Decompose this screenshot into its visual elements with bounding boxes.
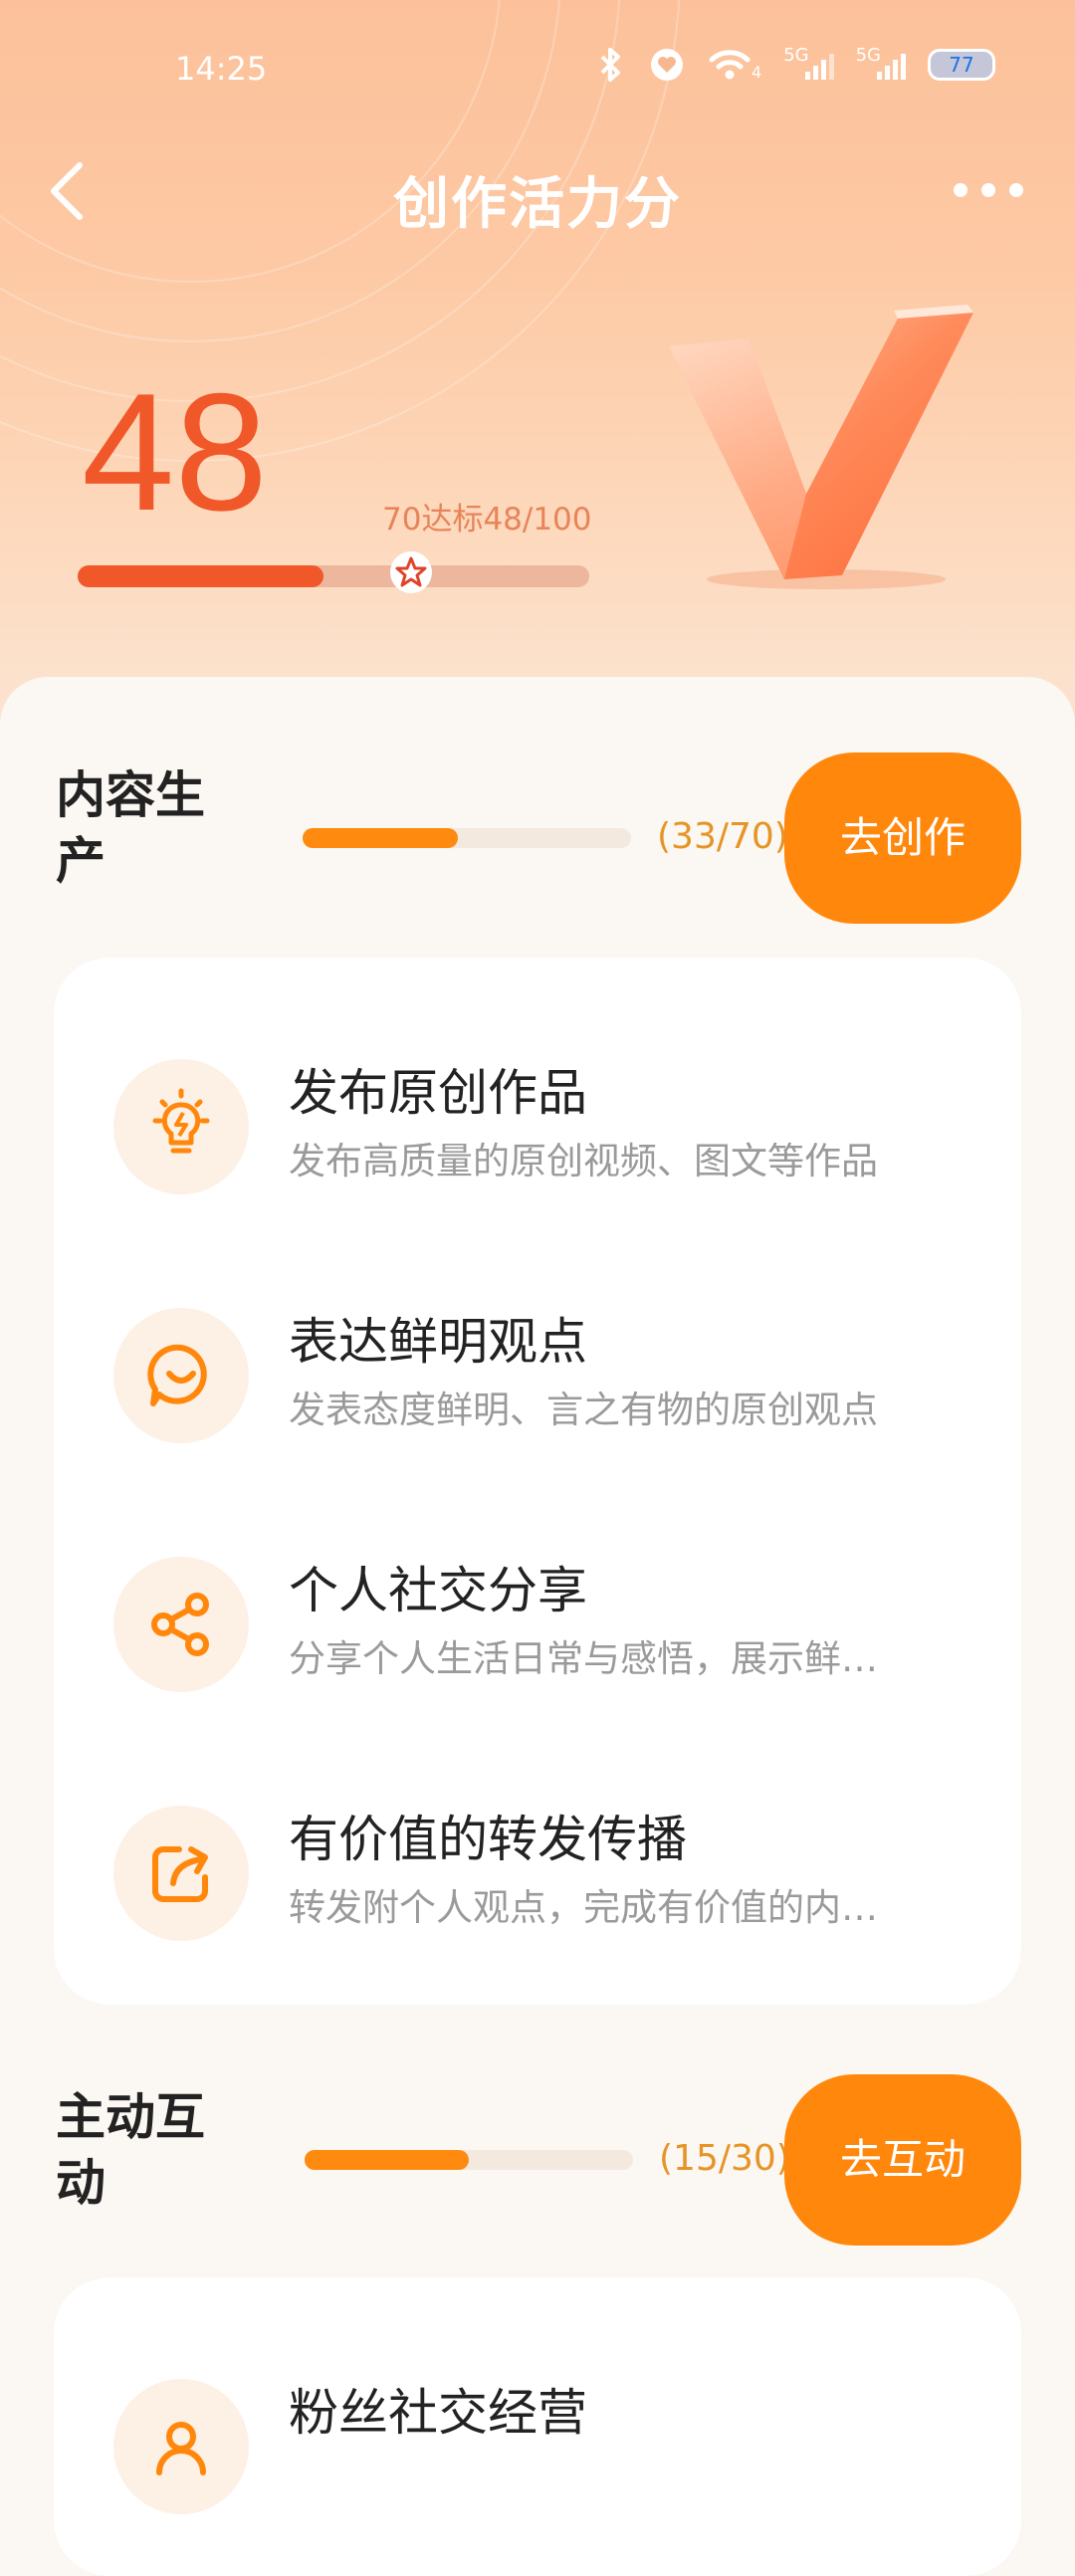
section-progress-track bbox=[303, 828, 631, 848]
network-label-2: 5G bbox=[855, 45, 881, 66]
go-create-button[interactable]: 去创作 bbox=[784, 752, 1021, 924]
section-progress-track bbox=[305, 2150, 633, 2170]
task-item[interactable]: 粉丝社交经营 bbox=[54, 2361, 1021, 2560]
task-desc: 发表态度鲜明、言之有物的原创观点 bbox=[289, 1389, 878, 1431]
fans-icon bbox=[113, 2379, 249, 2514]
wifi-icon bbox=[709, 50, 751, 80]
section-progress-fill bbox=[303, 828, 458, 848]
task-title: 个人社交分享 bbox=[289, 1562, 587, 1619]
task-desc: 转发附个人观点，完成有价值的内… bbox=[289, 1886, 878, 1929]
more-icon[interactable] bbox=[954, 183, 1023, 197]
location-heart-icon bbox=[651, 49, 683, 81]
task-title: 有价值的转发传播 bbox=[289, 1811, 687, 1868]
section-active-interaction: 主动互动 (15/30) 去互动 bbox=[0, 2070, 1075, 2250]
hero-header: 14:25 4 5G 5G 77 创作活力分 48 70达标48/100 bbox=[0, 0, 1075, 756]
battery-icon: 77 bbox=[928, 49, 995, 81]
score-target-text: 70达标48/100 bbox=[382, 502, 592, 537]
section-progress-fill bbox=[305, 2150, 469, 2170]
task-desc: 分享个人生活日常与感悟，展示鲜… bbox=[289, 1637, 878, 1680]
forward-icon bbox=[113, 1806, 249, 1941]
section-count: (33/70) bbox=[657, 816, 788, 857]
task-item[interactable]: 发布原创作品 发布高质量的原创视频、图文等作品 bbox=[54, 1041, 1021, 1240]
task-desc: 发布高质量的原创视频、图文等作品 bbox=[289, 1140, 878, 1182]
section-count: (15/30) bbox=[659, 2138, 790, 2179]
target-star-icon bbox=[390, 551, 432, 593]
lightbulb-icon bbox=[113, 1059, 249, 1194]
bluetooth-icon bbox=[600, 48, 620, 82]
task-card: 发布原创作品 发布高质量的原创视频、图文等作品 表达鲜明观点 发表态度鲜明、言之… bbox=[54, 958, 1021, 2005]
task-title: 表达鲜明观点 bbox=[289, 1313, 587, 1371]
page-title: 创作活力分 bbox=[393, 172, 682, 237]
task-item[interactable]: 个人社交分享 分享个人生活日常与感悟，展示鲜… bbox=[54, 1539, 1021, 1738]
task-title: 发布原创作品 bbox=[289, 1064, 587, 1122]
signal-icon bbox=[804, 50, 834, 80]
status-time: 14:25 bbox=[175, 50, 268, 88]
task-card: 粉丝社交经营 bbox=[54, 2277, 1021, 2576]
wifi-sub-label: 4 bbox=[752, 63, 762, 82]
share-icon bbox=[113, 1557, 249, 1692]
status-bar: 14:25 4 5G 5G 77 bbox=[0, 0, 1075, 139]
task-item[interactable]: 表达鲜明观点 发表态度鲜明、言之有物的原创观点 bbox=[54, 1290, 1021, 1489]
task-title: 粉丝社交经营 bbox=[289, 2384, 587, 2442]
smile-chat-icon bbox=[113, 1308, 249, 1443]
section-title: 主动互动 bbox=[56, 2088, 205, 2212]
score-progress-fill bbox=[78, 565, 323, 587]
section-content-production: 内容生产 (33/70) 去创作 bbox=[0, 749, 1075, 928]
score-value: 48 bbox=[82, 358, 268, 545]
battery-level: 77 bbox=[949, 53, 974, 77]
signal-icon bbox=[877, 50, 906, 80]
network-label-1: 5G bbox=[783, 45, 809, 66]
section-title: 内容生产 bbox=[56, 766, 205, 890]
task-item[interactable]: 有价值的转发传播 转发附个人观点，完成有价值的内… bbox=[54, 1788, 1021, 1987]
go-interact-button[interactable]: 去互动 bbox=[784, 2074, 1021, 2246]
v-badge-icon bbox=[669, 305, 973, 589]
